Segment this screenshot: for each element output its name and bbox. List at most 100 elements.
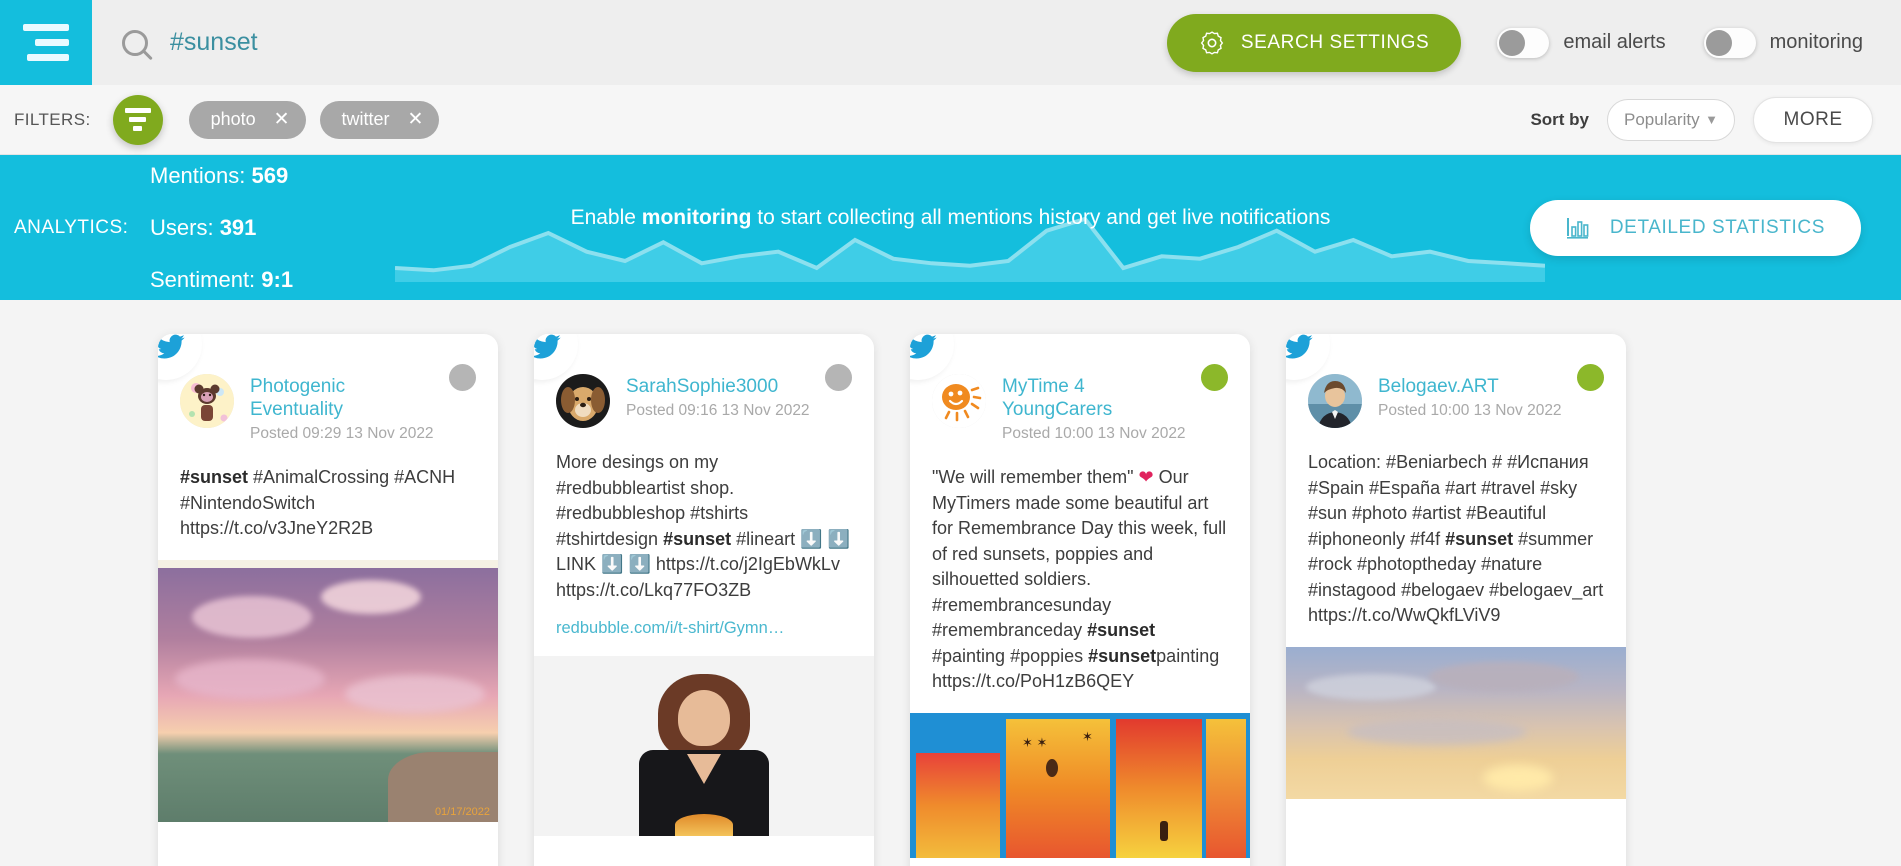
sort-controls: Sort by Popularity ▼ MORE (1530, 96, 1873, 143)
search-settings-button[interactable]: SEARCH SETTINGS (1166, 13, 1462, 72)
author-username[interactable]: SarahSophie3000 (626, 375, 810, 398)
post-timestamp: Posted 10:00 13 Nov 2022 (1378, 402, 1562, 419)
chevron-down-icon: ▼ (1705, 112, 1718, 127)
search-settings-label: SEARCH SETTINGS (1240, 31, 1430, 53)
author-username[interactable]: Photogenic Eventuality (250, 375, 435, 421)
avatar[interactable] (556, 374, 610, 428)
stat-label: Mentions: (150, 162, 246, 188)
monitoring-label: monitoring (1769, 31, 1863, 53)
post-text: More desings on my #redbubbleartist shop… (556, 450, 852, 603)
author-info: SarahSophie3000 Posted 09:16 13 Nov 2022 (626, 374, 810, 420)
filter-chip-photo[interactable]: photo ✕ (188, 100, 306, 139)
author-info: MyTime 4 YoungCarers Posted 10:00 13 Nov … (1002, 374, 1187, 443)
stat-value: 9:1 (261, 266, 294, 292)
filter-chip-twitter[interactable]: twitter ✕ (319, 100, 440, 139)
post-text: #sunset #AnimalCrossing #ACNH #NintendoS… (180, 465, 476, 542)
twitter-icon (158, 334, 185, 359)
chip-label: twitter (341, 109, 390, 129)
post-media[interactable] (534, 656, 874, 836)
filter-bar-line (129, 117, 147, 122)
mention-card[interactable]: Belogaev.ART Posted 10:00 13 Nov 2022 Loca… (1286, 334, 1626, 866)
text-run: #lineart (731, 528, 801, 549)
toggle-knob (1499, 29, 1526, 56)
author-info: Belogaev.ART Posted 10:00 13 Nov 2022 (1378, 374, 1562, 420)
text-run: #painting #poppies (932, 645, 1089, 666)
author-username[interactable]: MyTime 4 YoungCarers (1002, 375, 1187, 421)
top-bar: SEARCH SETTINGS email alerts monitoring (0, 0, 1901, 85)
results-grid: Photogenic Eventuality Posted 09:29 13 No… (0, 300, 1901, 866)
analytics-bar: ANALYTICS: Mentions: 569 Users: 391 Sent… (0, 155, 1901, 300)
search-input[interactable] (170, 28, 870, 57)
hashtag-highlight: #sunset (1445, 528, 1514, 549)
text-run: "We will remember them" (932, 467, 1139, 487)
stat-mentions: Mentions: 569 (150, 155, 410, 202)
filters-label: FILTERS: (14, 109, 91, 129)
hamburger-bar (23, 24, 69, 31)
filter-bar-line (124, 108, 151, 113)
more-button[interactable]: MORE (1753, 96, 1873, 143)
card-header: SarahSophie3000 Posted 09:16 13 Nov 2022 (556, 374, 852, 428)
detailed-statistics-button[interactable]: DETAILED STATISTICS (1529, 199, 1861, 256)
post-text: Location: #Beniarbech # #Испания #Spain … (1308, 450, 1604, 629)
sort-selected-value: Popularity (1624, 109, 1700, 129)
avatar[interactable] (180, 374, 234, 428)
hamburger-bar (35, 39, 69, 46)
filter-icon-button[interactable] (112, 94, 163, 145)
filter-bar: FILTERS: photo ✕ twitter ✕ Sort by Popul… (0, 85, 1901, 155)
stat-sentiment: Sentiment: 9:1 (150, 254, 410, 301)
twitter-icon (534, 334, 561, 359)
avatar[interactable] (932, 374, 986, 428)
post-media[interactable]: 01/17/2022 (158, 559, 498, 822)
search-icon (122, 29, 148, 56)
mentions-trend-chart (395, 216, 1545, 282)
hashtag-highlight: #sunset (180, 467, 249, 487)
mention-card[interactable]: Photogenic Eventuality Posted 09:29 13 No… (158, 334, 498, 866)
post-timestamp: Posted 10:00 13 Nov 2022 (1002, 425, 1186, 442)
status-badge (1577, 364, 1604, 391)
close-icon[interactable]: ✕ (274, 110, 290, 129)
twitter-icon (910, 334, 937, 359)
stat-users: Users: 391 (150, 202, 410, 254)
monitoring-toggle[interactable] (1703, 27, 1756, 58)
text-run: Our MyTimers made some beautiful art for… (932, 467, 1227, 640)
status-badge (825, 364, 852, 391)
card-header: Belogaev.ART Posted 10:00 13 Nov 2022 (1308, 374, 1604, 428)
email-alerts-label: email alerts (1563, 31, 1666, 53)
author-info: Photogenic Eventuality Posted 09:29 13 No… (250, 374, 435, 443)
hamburger-bar (27, 54, 69, 61)
text-run: LINK (556, 554, 602, 574)
chip-label: photo (210, 109, 256, 129)
monitoring-toggle-group: monitoring (1703, 27, 1863, 58)
heart-icon: ❤ (1138, 467, 1154, 487)
avatar[interactable] (1308, 374, 1362, 428)
filter-bar-line (133, 126, 143, 131)
mention-card[interactable]: SarahSophie3000 Posted 09:16 13 Nov 2022 M… (534, 334, 874, 866)
search-area (92, 0, 1167, 85)
card-header: MyTime 4 YoungCarers Posted 10:00 13 Nov … (932, 374, 1228, 443)
card-header: Photogenic Eventuality Posted 09:29 13 No… (180, 374, 476, 443)
post-media[interactable] (1286, 646, 1626, 799)
status-badge (449, 364, 476, 391)
post-text: "We will remember them" ❤ Our MyTimers m… (932, 465, 1228, 695)
hashtag-highlight: #sunset (1087, 620, 1156, 640)
hashtag-highlight: #sunset (1088, 645, 1157, 666)
sort-by-label: Sort by (1530, 109, 1589, 129)
mention-card[interactable]: MyTime 4 YoungCarers Posted 10:00 13 Nov … (910, 334, 1250, 866)
close-icon[interactable]: ✕ (408, 110, 424, 129)
stat-label: Sentiment: (150, 266, 256, 292)
detailed-statistics-label: DETAILED STATISTICS (1609, 216, 1825, 238)
email-alerts-toggle[interactable] (1497, 27, 1550, 58)
post-media[interactable]: ✶ ✶ ✶ (910, 712, 1250, 858)
bar-chart-icon (1566, 217, 1589, 239)
down-arrow-icon: ⬇️ ⬇️ (601, 554, 651, 574)
sort-select[interactable]: Popularity ▼ (1607, 98, 1735, 141)
post-timestamp: Posted 09:16 13 Nov 2022 (626, 402, 810, 419)
author-username[interactable]: Belogaev.ART (1378, 375, 1562, 398)
status-badge (1201, 364, 1228, 391)
hashtag-highlight: #sunset (663, 528, 732, 549)
stat-label: Users: (150, 214, 214, 240)
stat-value: 391 (219, 214, 257, 240)
twitter-icon (1286, 334, 1313, 359)
link-preview[interactable]: redbubble.com/i/t-shirt/Gymn… (556, 619, 852, 638)
hamburger-menu-icon[interactable] (0, 0, 92, 85)
